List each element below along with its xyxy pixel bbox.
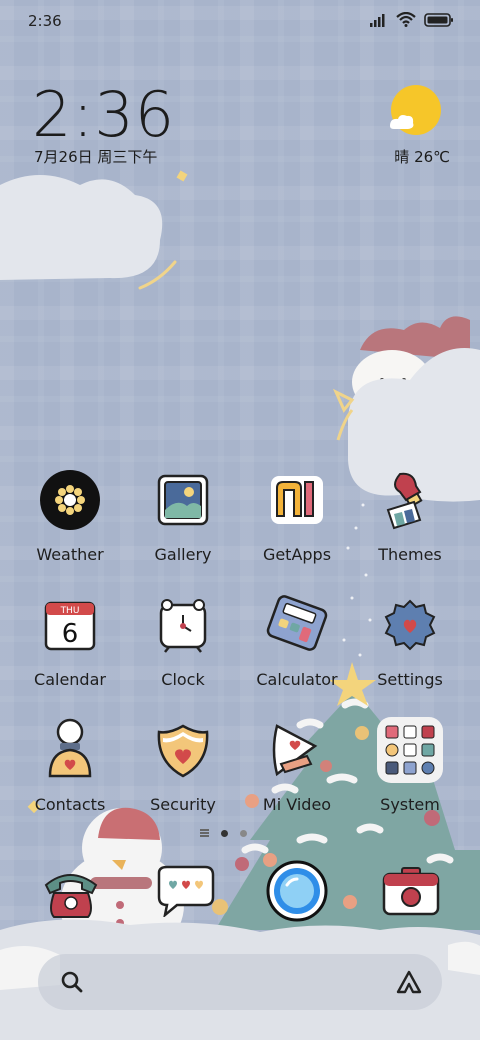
app-label: Gallery [154,545,212,564]
page-dot[interactable] [240,829,247,837]
camera-icon [382,867,440,916]
gallery-icon [148,465,218,535]
phone-icon [44,874,98,918]
app-calendar[interactable]: THU 6 Calendar [13,590,127,689]
wifi-icon [396,12,416,27]
calendar-icon: THU 6 [35,590,105,660]
app-system-folder[interactable]: System [353,715,467,814]
weather-text[interactable]: 晴 26℃ [394,146,450,167]
app-gallery[interactable]: Gallery [126,465,240,564]
app-label: Themes [378,545,442,564]
app-label: Contacts [34,795,106,814]
weather-icon [35,465,105,535]
app-settings[interactable]: Settings [353,590,467,689]
app-list-indicator-icon[interactable] [200,829,209,837]
app-label: Weather [36,545,104,564]
dock-browser[interactable] [262,856,332,926]
page-dot-active[interactable] [221,829,228,837]
app-security[interactable]: Security [126,715,240,814]
app-themes[interactable]: Themes [353,465,467,564]
app-calculator[interactable]: Calculator [240,590,354,689]
page-indicator[interactable] [200,829,247,837]
calculator-icon [262,590,332,660]
dock-messages[interactable] [150,856,220,926]
clock-widget-time[interactable]: 2:36 [32,78,175,151]
getapps-icon [262,465,332,535]
status-bar: 2:36 [0,0,480,42]
app-getapps[interactable]: GetApps [240,465,354,564]
messages-icon [157,865,215,917]
search-bar[interactable] [38,954,442,1010]
contacts-icon [35,715,105,785]
status-time: 2:36 [28,12,62,30]
app-contacts[interactable]: Contacts [13,715,127,814]
app-label: Calendar [34,670,106,689]
battery-icon [424,12,453,27]
app-label: Security [150,795,216,814]
clock-icon [148,590,218,660]
app-label: Calculator [256,670,338,689]
settings-icon [375,590,445,660]
assistant-icon[interactable] [396,969,422,995]
dock-camera[interactable] [376,856,446,926]
search-icon[interactable] [60,970,84,994]
sun-cloud-icon [390,85,441,135]
themes-icon [375,465,445,535]
app-label: Settings [377,670,443,689]
signal-icon [370,13,385,27]
clock-widget-date[interactable]: 7月26日 周三下午 [34,146,157,167]
weather-widget[interactable] [384,84,444,144]
calendar-day: THU [60,606,80,616]
browser-icon [266,860,328,922]
app-label: Mi Video [262,795,332,814]
app-label: Clock [161,670,205,689]
app-label: System [380,795,440,814]
app-weather[interactable]: Weather [13,465,127,564]
dock-phone[interactable] [36,856,106,926]
app-mi-video[interactable]: Mi Video [240,715,354,814]
status-icons [370,12,454,27]
mi-video-icon [262,715,332,785]
app-clock[interactable]: Clock [126,590,240,689]
security-icon [148,715,218,785]
calendar-date: 6 [62,619,79,649]
system-folder-icon [375,715,445,785]
app-label: GetApps [262,545,332,564]
